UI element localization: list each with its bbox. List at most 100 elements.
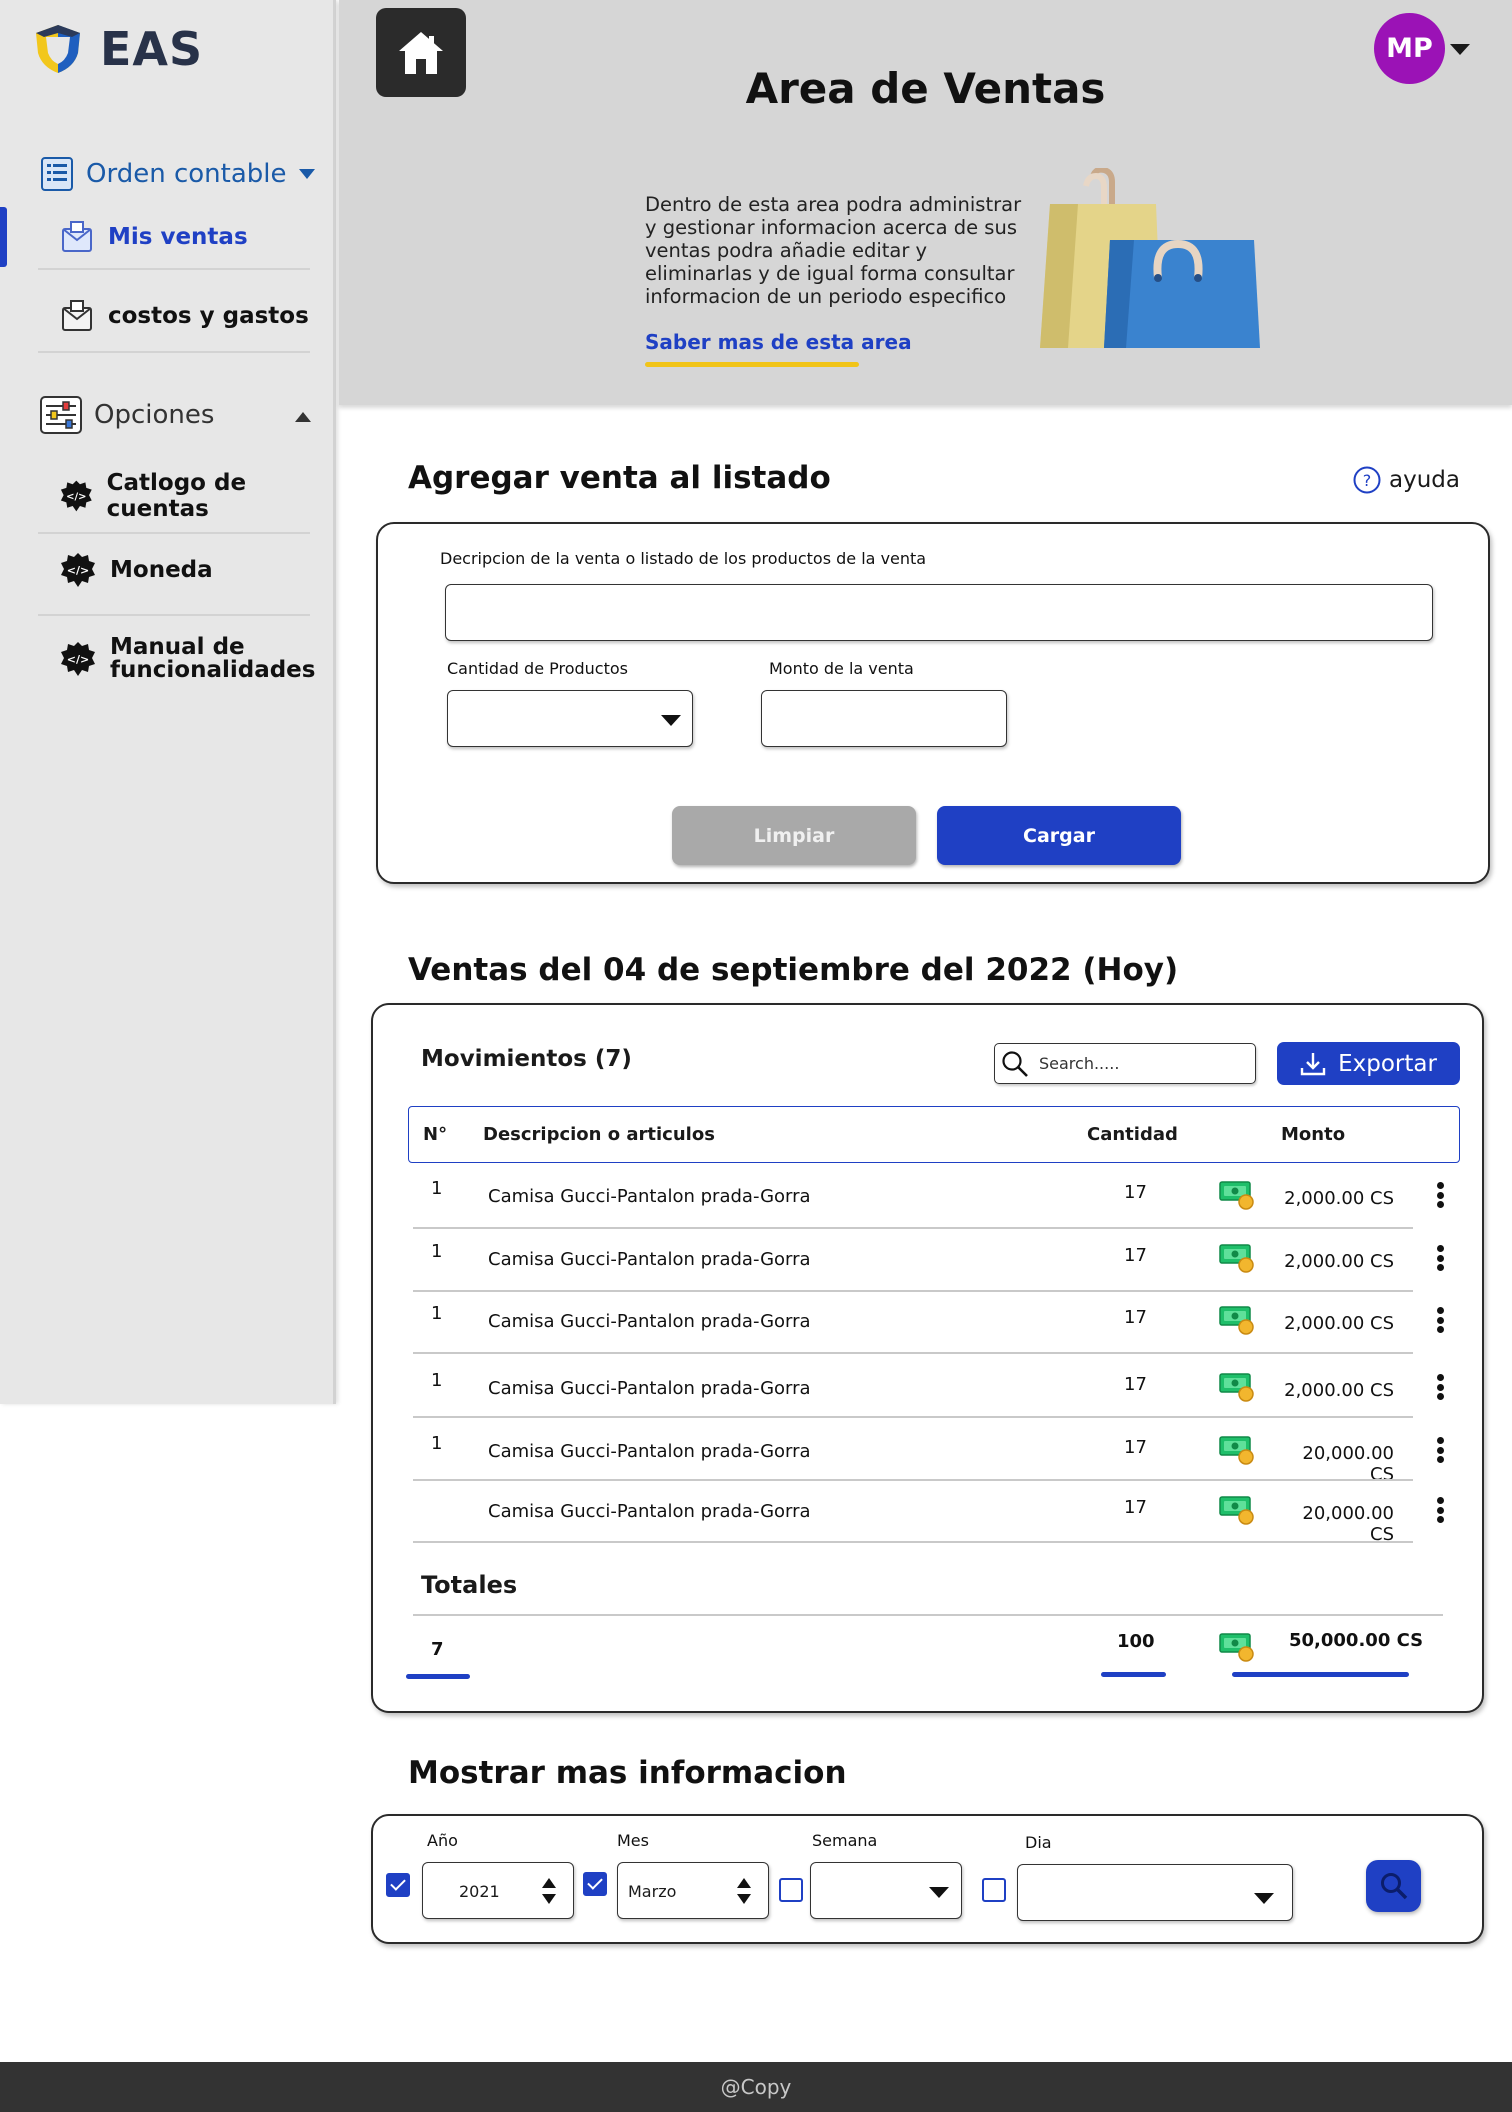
week-label: Semana [812, 1831, 878, 1850]
sidebar-item-label: costos y gastos [108, 303, 309, 329]
col-header-amount: Monto [1281, 1124, 1346, 1145]
sidebar-group-orden-contable[interactable]: Orden contable [40, 156, 316, 192]
row-divider [413, 1479, 1413, 1481]
row-divider [413, 1227, 1413, 1229]
row-menu-kebab-icon[interactable] [1436, 1307, 1444, 1333]
year-label: Año [427, 1831, 458, 1850]
svg-text:</>: </> [66, 492, 86, 503]
year-checkbox[interactable] [386, 1873, 410, 1897]
money-icon [1219, 1181, 1254, 1210]
row-quantity: 17 [1124, 1374, 1147, 1395]
sliders-icon [40, 396, 82, 434]
row-menu-kebab-icon[interactable] [1436, 1437, 1444, 1463]
row-description: Camisa Gucci-Pantalon prada-Gorra [488, 1249, 811, 1270]
footer: @Copy [0, 2062, 1512, 2112]
search-icon [1002, 1050, 1028, 1077]
row-amount: 20,000.00 CS [1302, 1503, 1394, 1545]
divider [413, 1614, 1443, 1616]
divider [38, 532, 310, 534]
row-menu-kebab-icon[interactable] [1436, 1497, 1444, 1523]
total-underline [406, 1674, 470, 1679]
avatar[interactable]: MP [1374, 13, 1445, 84]
export-label: Exportar [1338, 1050, 1437, 1077]
code-gear-icon: </> [60, 480, 92, 512]
movements-title: Movimientos (7) [421, 1046, 632, 1072]
sidebar-item-moneda[interactable]: </> Moneda [60, 552, 213, 588]
description-input[interactable] [445, 584, 1433, 641]
row-amount: 2,000.00 CS [1284, 1313, 1394, 1334]
stepper-arrows-icon[interactable] [541, 1876, 557, 1906]
search-field[interactable]: Search..... [994, 1043, 1256, 1084]
month-label: Mes [617, 1831, 649, 1850]
row-divider [413, 1416, 1413, 1418]
money-icon [1219, 1373, 1254, 1402]
row-description: Camisa Gucci-Pantalon prada-Gorra [488, 1186, 811, 1207]
svg-text:</>: </> [67, 564, 89, 577]
sidebar-item-manual[interactable]: </> Manual de funcionalidades [60, 636, 315, 682]
svg-text:</>: </> [67, 653, 89, 666]
sidebar-item-label: Moneda [110, 557, 213, 583]
amount-input[interactable] [761, 690, 1007, 747]
clear-button[interactable]: Limpiar [672, 806, 916, 865]
row-quantity: 17 [1124, 1437, 1147, 1458]
row-number: 1 [431, 1241, 443, 1262]
row-divider [413, 1290, 1413, 1292]
shield-logo-icon [36, 25, 80, 73]
row-amount: 2,000.00 CS [1284, 1188, 1394, 1209]
row-quantity: 17 [1124, 1245, 1147, 1266]
week-checkbox[interactable] [779, 1878, 803, 1902]
load-button[interactable]: Cargar [937, 806, 1181, 865]
expenses-box-icon [62, 300, 92, 331]
sidebar-item-mis-ventas[interactable]: Mis ventas [60, 220, 248, 254]
sidebar-item-label: Mis ventas [108, 224, 248, 250]
search-input[interactable]: Search..... [1039, 1054, 1119, 1073]
divider [38, 614, 310, 616]
row-quantity: 17 [1124, 1497, 1147, 1518]
year-value: 2021 [459, 1882, 500, 1901]
caret-down-icon [299, 169, 316, 179]
totals-title: Totales [421, 1571, 518, 1599]
row-quantity: 17 [1124, 1182, 1147, 1203]
stepper-arrows-icon[interactable] [736, 1876, 752, 1906]
row-menu-kebab-icon[interactable] [1436, 1182, 1444, 1208]
total-quantity: 100 [1117, 1631, 1155, 1652]
intro-text: Dentro de esta area podra administrar y … [645, 193, 1022, 308]
export-button[interactable]: Exportar [1277, 1042, 1460, 1085]
sidebar-group-label: Orden contable [86, 159, 287, 189]
day-select[interactable] [1017, 1864, 1293, 1921]
row-description: Camisa Gucci-Pantalon prada-Gorra [488, 1441, 811, 1462]
list-document-icon [41, 157, 73, 191]
avatar-menu-caret-icon[interactable] [1450, 44, 1470, 55]
row-number: 1 [431, 1178, 443, 1199]
brand-logo[interactable]: EAS [32, 22, 203, 76]
code-gear-icon: </> [61, 553, 95, 587]
day-checkbox[interactable] [982, 1878, 1006, 1902]
divider [38, 351, 310, 353]
total-count: 7 [431, 1639, 444, 1660]
sidebar-group-opciones[interactable]: Opciones [40, 396, 214, 434]
sidebar-item-costos-gastos[interactable]: costos y gastos [60, 299, 309, 333]
week-select[interactable] [810, 1862, 962, 1919]
help-link[interactable]: ? ayuda [1353, 466, 1460, 494]
chevron-down-icon [929, 1887, 949, 1898]
row-quantity: 17 [1124, 1307, 1147, 1328]
row-menu-kebab-icon[interactable] [1436, 1245, 1444, 1271]
learn-more-link[interactable]: Saber mas de esta area [645, 330, 912, 354]
quantity-select[interactable] [447, 690, 693, 747]
sidebar-item-catalogo[interactable]: </> Catlogo de cuentas [60, 470, 333, 522]
caret-up-icon[interactable] [294, 411, 312, 423]
year-stepper[interactable]: 2021 [422, 1862, 574, 1919]
day-label: Dia [1025, 1833, 1052, 1852]
page-title: Area de Ventas [745, 64, 1106, 113]
total-amount: 50,000.00 CS [1289, 1630, 1424, 1651]
row-divider [413, 1352, 1413, 1354]
total-underline [1101, 1672, 1166, 1677]
money-icon [1219, 1244, 1254, 1273]
row-menu-kebab-icon[interactable] [1436, 1374, 1444, 1400]
row-divider [413, 1541, 1413, 1543]
filter-search-button[interactable] [1366, 1860, 1421, 1912]
month-stepper[interactable]: Marzo [617, 1862, 769, 1919]
active-indicator [0, 207, 7, 267]
search-icon [1380, 1873, 1407, 1900]
month-checkbox[interactable] [583, 1872, 607, 1896]
